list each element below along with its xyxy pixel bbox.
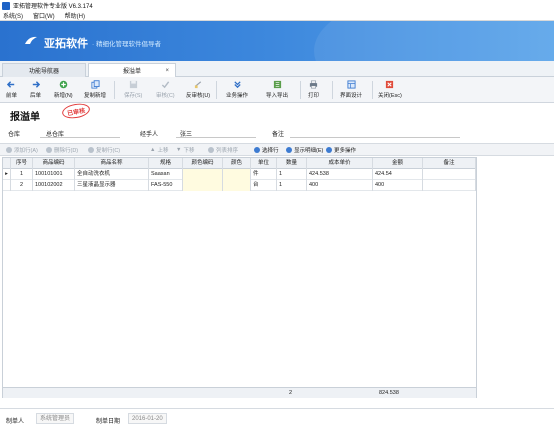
column-header[interactable]: 金额 [373, 158, 423, 169]
remark-label: 备注 [272, 132, 285, 138]
table-row[interactable]: 2 100102002 三星液晶显示器 FAS-550 台 1 400 400 [3, 180, 476, 191]
chevron-down-icon [326, 147, 332, 153]
items-grid: 序号 商品编码 商品名称 规格 颜色编码 颜色 单位 数量 成本单价 金额 备注… [2, 157, 477, 398]
column-header[interactable]: 序号 [11, 158, 33, 169]
tab-overflow-report[interactable]: 报溢单 × [88, 63, 176, 77]
add-row-button[interactable]: 添加行(A) [6, 146, 38, 154]
print-icon [309, 80, 318, 89]
copy-row-button[interactable]: 复制行(C) [88, 146, 120, 154]
close-button[interactable]: 关闭(Esc) [378, 80, 402, 100]
date-label: 制单日期 [96, 419, 121, 425]
menu-item-window[interactable]: 窗口(W) [33, 11, 55, 20]
page-title: 报溢单 [10, 112, 40, 123]
qty-total: 2 [289, 390, 293, 396]
arrow-left-icon [7, 81, 15, 88]
tab-label: 报溢单 [122, 69, 141, 75]
move-up-button[interactable]: ▲ 上移 [150, 146, 168, 154]
move-down-button[interactable]: ▼ 下移 [176, 146, 194, 154]
current-row-indicator-icon: ▸ [3, 169, 11, 180]
creator-label: 制单人 [6, 419, 25, 425]
amount-total: 824.538 [379, 390, 399, 396]
uncheck-icon [194, 81, 201, 89]
operations-icon [233, 81, 241, 89]
document-footer: 制单人 系统管理员 制单日期 2016-01-20 [0, 408, 554, 432]
copy-icon [88, 147, 94, 153]
show-details-button[interactable]: 显示明细(E) [286, 146, 323, 154]
menu-bar: 系统(S) 窗口(W) 帮助(H) [0, 11, 554, 21]
creator-field: 系统管理员 [36, 413, 75, 424]
app-icon [2, 1, 10, 10]
handler-label: 经手人 [140, 132, 159, 138]
tab-function-navigator[interactable]: 功能导航器 [2, 63, 86, 77]
arrow-down-icon: ▼ [176, 147, 182, 153]
grid-summary-row: 2 824.538 [3, 387, 476, 398]
grid-icon [254, 147, 260, 153]
menu-item-help[interactable]: 帮助(H) [65, 11, 85, 20]
approve-button[interactable]: 审核(C) [156, 80, 175, 100]
arrow-up-icon: ▲ [150, 147, 156, 153]
column-header[interactable]: 备注 [423, 158, 476, 169]
column-header[interactable]: 规格 [149, 158, 183, 169]
column-header[interactable]: 单位 [251, 158, 277, 169]
brand-name: 亚拓软件 [44, 38, 88, 50]
arrow-right-icon [32, 81, 40, 88]
sort-list-button[interactable]: 列表排序 [208, 146, 238, 154]
sort-icon [208, 147, 214, 153]
layout-design-button[interactable]: 界面设计 [340, 80, 362, 100]
import-export-icon [273, 80, 281, 89]
title-bar: 亚拓管理软件专业版 V6.3.174 [0, 0, 554, 11]
date-field: 2016-01-20 [128, 413, 167, 424]
select-row-button[interactable]: 选择行 [254, 146, 279, 154]
add-icon [59, 80, 68, 89]
layout-icon [346, 80, 356, 89]
unapprove-button[interactable]: 反审核(U) [186, 80, 210, 100]
table-row[interactable]: ▸ 1 100101001 全自动洗衣机 Saasan 件 1 424.538 … [3, 169, 476, 180]
copy-new-button[interactable]: 复制新增 [84, 80, 106, 100]
main-toolbar: 前单 后单 新增(N) 复制新增 保存(S) 审核(C) 反审核(U) 业务操作… [0, 77, 554, 103]
column-header[interactable]: 颜色 [223, 158, 251, 169]
tab-label: 功能导航器 [28, 69, 59, 75]
column-header[interactable]: 商品编码 [33, 158, 75, 169]
column-header[interactable]: 成本单价 [307, 158, 373, 169]
print-button[interactable]: 打印 [308, 80, 319, 100]
check-icon [161, 81, 170, 89]
copy-icon [90, 80, 100, 89]
grid-toolbar: 添加行(A) 删除行(D) 复制行(C) ▲ 上移 ▼ 下移 列表排序 选择行 显示… [0, 143, 554, 156]
add-icon [6, 147, 12, 153]
brand-logo-icon [25, 36, 37, 44]
business-operations-button[interactable]: 业务操作 [226, 80, 248, 100]
column-header[interactable]: 数量 [277, 158, 307, 169]
tab-close-icon[interactable]: × [165, 68, 169, 74]
approved-stamp: 已审核 [60, 101, 92, 121]
prev-document-button[interactable]: 前单 [6, 80, 17, 100]
document-tabs: 功能导航器 报溢单 × [0, 61, 554, 77]
save-button[interactable]: 保存(S) [124, 80, 142, 100]
column-header[interactable]: 商品名称 [75, 158, 149, 169]
import-export-button[interactable]: 导入导出 [266, 80, 288, 100]
brand-banner: 亚拓软件 · 精细化管理软件倡导者 [0, 21, 554, 61]
save-icon [129, 80, 137, 89]
column-header[interactable]: 颜色编码 [183, 158, 223, 169]
details-icon [286, 147, 292, 153]
more-operations-button[interactable]: 更多操作 [326, 146, 356, 154]
next-document-button[interactable]: 后单 [30, 80, 41, 100]
window-title: 亚拓管理软件专业版 V6.3.174 [13, 4, 93, 10]
close-icon [386, 80, 394, 89]
delete-row-button[interactable]: 删除行(D) [46, 146, 78, 154]
new-button[interactable]: 新增(N) [54, 80, 73, 100]
warehouse-label: 仓库 [8, 132, 21, 138]
brand-slogan: · 精细化管理软件倡导者 [92, 41, 161, 48]
delete-icon [46, 147, 52, 153]
document-fields: 仓库 总仓库 经手人 张三 备注 [0, 127, 554, 139]
grid-header: 序号 商品编码 商品名称 规格 颜色编码 颜色 单位 数量 成本单价 金额 备注 [3, 158, 476, 169]
menu-item-system[interactable]: 系统(S) [3, 11, 23, 20]
